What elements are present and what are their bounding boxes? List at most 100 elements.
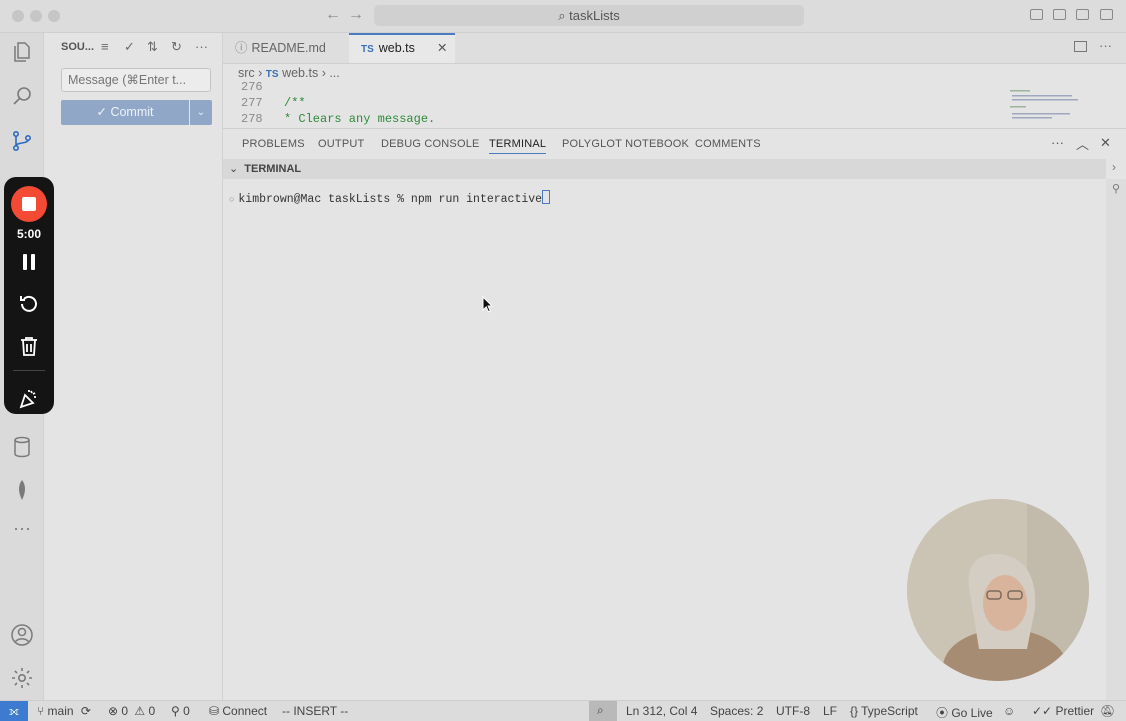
notifications-icon[interactable]: 🔕︎ — [1100, 704, 1115, 718]
connect-indicator[interactable]: ⛁ Connect — [209, 704, 267, 718]
tab-label: web.ts — [378, 41, 415, 55]
toggle-panel-icon[interactable] — [1053, 9, 1066, 20]
breadcrumb-more[interactable]: ... — [329, 66, 339, 80]
account-icon[interactable] — [10, 623, 34, 647]
breadcrumb-folder[interactable]: src — [238, 66, 255, 80]
tab-label: README.md — [251, 41, 326, 55]
terminal-output[interactable]: ○ kimbrown@Mac taskLists % npm run intera… — [229, 190, 551, 206]
double-check-icon: ✓✓ — [1032, 704, 1056, 718]
line-number: 278 — [241, 112, 263, 126]
tab-terminal[interactable]: TERMINAL — [489, 138, 547, 154]
tab-web-ts[interactable]: TS web.ts ✕ — [349, 33, 455, 63]
maximize-panel-icon[interactable]: ︿ — [1076, 134, 1089, 153]
zoom-window-button[interactable] — [48, 10, 60, 22]
encoding[interactable]: UTF-8 — [776, 704, 810, 718]
tab-polyglot-notebook[interactable]: POLYGLOT NOTEBOOK — [562, 138, 689, 150]
chevron-right-icon[interactable]: › — [1112, 160, 1116, 174]
typescript-icon: TS — [361, 44, 374, 55]
commit-check-icon[interactable]: ✓ — [124, 39, 135, 55]
back-arrow-icon[interactable]: ← — [325, 6, 341, 24]
view-as-list-icon[interactable]: ≡ — [101, 39, 109, 54]
stop-recording-button[interactable] — [11, 186, 47, 222]
close-window-button[interactable] — [12, 10, 24, 22]
effects-icon[interactable] — [17, 387, 41, 411]
tab-readme[interactable]: ⓘ README.md — [235, 33, 347, 63]
chevron-down-icon: ⌄ — [229, 163, 239, 175]
close-tab-icon[interactable]: ✕ — [437, 35, 447, 62]
connect-label: Connect — [222, 704, 268, 718]
title-bar: ← → ⌕ taskLists — [0, 0, 1126, 33]
explorer-icon[interactable] — [10, 40, 34, 64]
problems-indicator[interactable]: ⊗ 0 ⚠ 0 — [108, 704, 155, 718]
minimap[interactable] — [1008, 86, 1084, 126]
warning-icon: ⚠ — [134, 704, 149, 718]
branch-indicator[interactable]: ⑂ main ⟳ — [37, 704, 91, 718]
forward-arrow-icon[interactable]: → — [348, 6, 364, 24]
commit-button[interactable]: ✓ Commit — [61, 100, 189, 125]
refresh-icon[interactable]: ↻ — [171, 39, 182, 55]
more-actions-icon[interactable]: ··· — [1051, 135, 1064, 150]
zoom-indicator[interactable]: ⌕ — [589, 701, 617, 721]
restart-icon[interactable] — [17, 292, 41, 316]
ports-count: 0 — [183, 704, 190, 718]
terminal-section-title: TERMINAL — [244, 163, 302, 175]
editor-tab-bar: ⓘ README.md TS web.ts ✕ ··· — [223, 33, 1126, 64]
more-icon[interactable]: ··· — [10, 519, 34, 545]
presenter-video — [907, 499, 1089, 681]
text-cursor — [542, 190, 551, 204]
toggle-sidebar-icon[interactable] — [1030, 9, 1043, 20]
breadcrumb-file[interactable]: web.ts — [282, 66, 318, 80]
window-title: taskLists — [569, 8, 620, 23]
split-editor-icon[interactable] — [1074, 41, 1087, 52]
remote-icon: ⟗ — [8, 704, 20, 718]
tab-comments[interactable]: COMMENTS — [695, 138, 761, 150]
go-live-button[interactable]: ⦿ Go Live — [936, 704, 993, 721]
close-panel-icon[interactable]: ✕ — [1100, 135, 1111, 151]
pause-icon[interactable] — [17, 250, 41, 274]
commit-message-input[interactable] — [61, 68, 211, 92]
toggle-secondary-sidebar-icon[interactable] — [1076, 9, 1089, 20]
commit-dropdown-button[interactable]: ⌄ — [190, 100, 212, 125]
command-center[interactable]: ⌕ taskLists — [374, 5, 804, 26]
tab-output[interactable]: OUTPUT — [318, 138, 364, 150]
braces-icon: {} — [850, 704, 862, 718]
terminal-section-header[interactable]: ⌄ TERMINAL — [223, 159, 1106, 179]
source-control-sidebar: SOU... ≡ ✓ ⇅ ↻ ··· ✓ Commit ⌄ — [44, 33, 223, 700]
ports-indicator[interactable]: ⚲ 0 — [171, 704, 190, 718]
database-icon: ⛁ — [209, 704, 223, 718]
language-mode[interactable]: {} TypeScript — [850, 704, 918, 718]
prompt-circle-icon: ○ — [229, 195, 235, 205]
check-icon: ✓ — [96, 105, 107, 119]
terminal-scrollbar[interactable] — [1106, 179, 1126, 701]
remote-indicator[interactable]: ⟗ — [0, 701, 28, 721]
chevron-down-icon: ⌄ — [196, 107, 206, 118]
pin-icon[interactable]: ⚲ — [1112, 182, 1120, 195]
sync-icon: ⟳ — [80, 704, 91, 718]
source-control-icon[interactable] — [10, 129, 34, 153]
trash-icon[interactable] — [17, 334, 41, 358]
branch-icon: ⑂ — [37, 704, 48, 718]
prettier-label: Prettier — [1055, 704, 1095, 718]
cursor-position[interactable]: Ln 312, Col 4 — [626, 704, 697, 718]
line-number: 277 — [241, 96, 263, 110]
sidebar-title: SOU... — [61, 41, 95, 53]
tab-debug-console[interactable]: DEBUG CONSOLE — [381, 138, 480, 150]
prettier-indicator[interactable]: ✓✓ Prettier — [1032, 704, 1094, 718]
search-icon: ⌕ — [558, 8, 570, 23]
customize-layout-icon[interactable] — [1100, 9, 1113, 20]
tab-problems[interactable]: PROBLEMS — [242, 138, 305, 150]
gear-icon[interactable] — [10, 666, 34, 690]
more-actions-icon[interactable]: ··· — [195, 39, 208, 54]
more-actions-icon[interactable]: ··· — [1099, 38, 1112, 53]
pull-request-icon[interactable]: ⇅ — [147, 39, 158, 55]
copilot-icon[interactable]: ☺ — [1003, 704, 1015, 718]
database-icon[interactable] — [10, 435, 34, 459]
end-of-line[interactable]: LF — [823, 704, 837, 718]
indentation[interactable]: Spaces: 2 — [710, 704, 763, 718]
leaf-icon[interactable] — [10, 478, 34, 502]
go-live-label: Go Live — [951, 706, 993, 720]
code-editor[interactable]: 276 277 /** 278 * Clears any message. — [223, 81, 1003, 127]
search-icon[interactable] — [10, 84, 34, 108]
zoom-icon: ⌕ — [597, 703, 604, 717]
minimize-window-button[interactable] — [30, 10, 42, 22]
